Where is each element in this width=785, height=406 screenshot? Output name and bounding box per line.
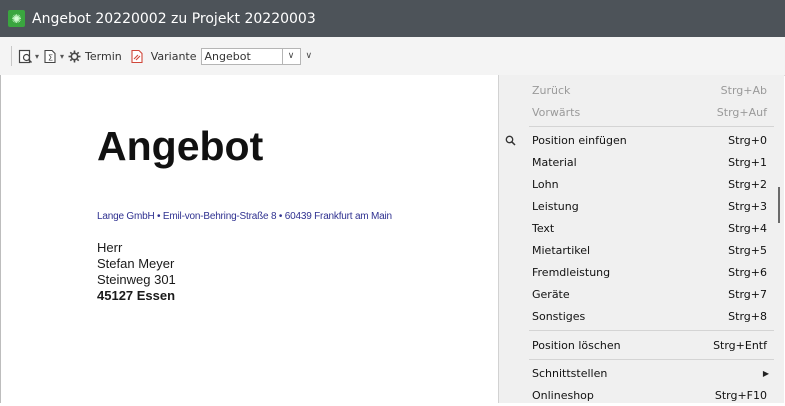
menu-item-label: Onlineshop [532, 388, 594, 402]
menu-item-lohn[interactable]: Lohn Strg+2 [499, 173, 785, 195]
context-menu: Zurück Strg+Ab Vorwärts Strg+Auf Positio… [498, 75, 784, 403]
menu-item-zurueck[interactable]: Zurück Strg+Ab [499, 79, 785, 101]
menu-item-label: Sonstiges [532, 309, 586, 323]
window-titlebar: ✺ Angebot 20220002 zu Projekt 20220003 [0, 0, 785, 37]
menu-item-label: Material [532, 155, 577, 169]
menu-item-label: Lohn [532, 177, 559, 191]
menu-item-shortcut: Strg+4 [728, 221, 767, 235]
menu-item-label: Vorwärts [532, 105, 581, 119]
menu-item-shortcut: Strg+Ab [720, 83, 767, 97]
document-sum-icon: Σ [44, 49, 56, 63]
chevron-down-icon[interactable]: ∨ [306, 51, 313, 61]
menu-item-label: Fremdleistung [532, 265, 611, 279]
menu-item-geraete[interactable]: Geräte Strg+7 [499, 283, 785, 305]
recipient-address: Herr Stefan Meyer Steinweg 301 45127 Ess… [97, 240, 176, 304]
address-street: Steinweg 301 [97, 272, 176, 287]
address-name: Stefan Meyer [97, 256, 175, 271]
menu-item-shortcut: Strg+8 [728, 309, 767, 323]
gear-icon [68, 50, 81, 62]
menu-item-material[interactable]: Material Strg+1 [499, 151, 785, 173]
print-preview-icon [18, 49, 33, 63]
svg-text:Σ: Σ [48, 53, 53, 62]
menu-item-shortcut: Strg+0 [728, 133, 767, 147]
menu-item-label: Position löschen [532, 338, 621, 352]
toolbar: ▾ Σ ▾ Termin Variante Angebot ∨ ∨ [0, 37, 785, 76]
search-icon [504, 134, 516, 146]
termin-button[interactable]: Termin [66, 45, 124, 67]
menu-item-label: Zurück [532, 83, 571, 97]
toolbar-grip [11, 46, 12, 66]
menu-item-shortcut: Strg+F10 [714, 388, 767, 402]
pdf-export-button[interactable] [128, 45, 147, 67]
variante-select[interactable]: Angebot [200, 47, 283, 65]
scrollbar-thumb[interactable] [778, 187, 780, 223]
menu-item-label: Text [532, 221, 555, 235]
window-title: Angebot 20220002 zu Projekt 20220003 [32, 10, 316, 27]
menu-item-shortcut: Strg+Auf [716, 105, 767, 119]
menu-item-shortcut: Strg+6 [728, 265, 767, 279]
menu-item-label: Mietartikel [532, 243, 591, 257]
menu-item-leistung[interactable]: Leistung Strg+3 [499, 195, 785, 217]
menu-separator [529, 126, 774, 127]
menu-item-shortcut: Strg+7 [728, 287, 767, 301]
menu-item-shortcut: Strg+5 [728, 243, 767, 257]
menu-item-position-einfuegen[interactable]: Position einfügen Strg+0 [499, 129, 785, 151]
menu-item-text[interactable]: Text Strg+4 [499, 217, 785, 239]
menu-item-mietartikel[interactable]: Mietartikel Strg+5 [499, 239, 785, 261]
address-salutation: Herr [97, 240, 123, 255]
preview-button[interactable]: ▾ [16, 45, 41, 67]
document-preview: Angebot Lange GmbH • Emil-von-Behring-St… [0, 75, 499, 403]
menu-item-shortcut: Strg+2 [728, 177, 767, 191]
menu-item-label: Position einfügen [532, 133, 627, 147]
menu-item-position-loeschen[interactable]: Position löschen Strg+Entf [499, 334, 785, 356]
menu-item-fremdleistung[interactable]: Fremdleistung Strg+6 [499, 261, 785, 283]
document-title: Angebot [97, 123, 264, 169]
chevron-down-icon[interactable]: ∨ [282, 47, 301, 65]
cog-icon: ✺ [8, 10, 25, 27]
menu-separator [529, 330, 774, 331]
menu-item-sonstiges[interactable]: Sonstiges Strg+8 [499, 305, 785, 327]
sum-document-button[interactable]: Σ ▾ [41, 45, 66, 67]
sender-address-line: Lange GmbH • Emil-von-Behring-Straße 8 •… [97, 211, 392, 222]
menu-item-label: Leistung [532, 199, 579, 213]
termin-label: Termin [85, 49, 122, 63]
menu-separator [529, 359, 774, 360]
chevron-right-icon: ▶ [762, 368, 769, 378]
menu-item-vorwaerts[interactable]: Vorwärts Strg+Auf [499, 101, 785, 123]
menu-item-shortcut: Strg+Entf [713, 338, 767, 352]
menu-item-shortcut: Strg+3 [728, 199, 767, 213]
address-city: 45127 Essen [97, 288, 176, 303]
chevron-down-icon[interactable]: ▾ [35, 52, 39, 61]
menu-item-label: Geräte [532, 287, 570, 301]
menu-item-shortcut: Strg+1 [728, 155, 767, 169]
menu-item-schnittstellen[interactable]: Schnittstellen ▶ [499, 362, 785, 384]
pdf-document-icon [131, 49, 143, 63]
variante-label: Variante [150, 49, 197, 63]
menu-item-label: Schnittstellen [532, 366, 608, 380]
chevron-down-icon[interactable]: ▾ [60, 52, 64, 61]
